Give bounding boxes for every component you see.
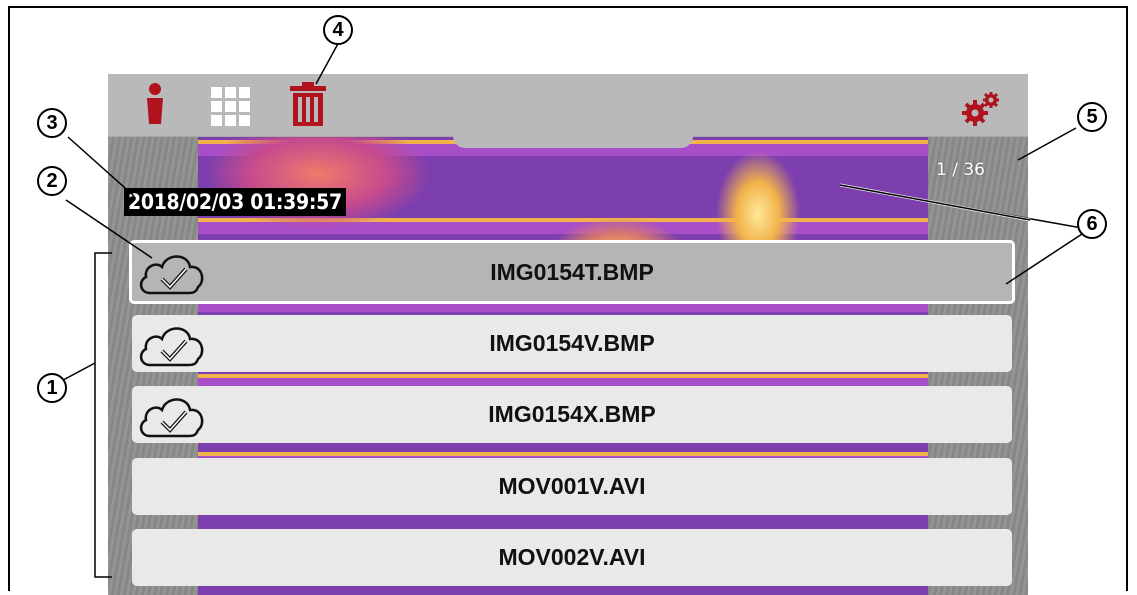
callout-6: 6 <box>1077 209 1107 239</box>
file-name: IMG0154T.BMP <box>490 258 654 285</box>
callout-4: 4 <box>323 15 353 45</box>
file-name: IMG0154X.BMP <box>488 401 656 427</box>
list-item[interactable]: IMG0154V.BMP <box>132 315 1012 372</box>
toolbar <box>108 74 1028 137</box>
list-item[interactable]: IMG0154T.BMP <box>129 240 1015 304</box>
list-item[interactable]: IMG0154X.BMP <box>132 386 1012 443</box>
callout-5: 5 <box>1077 102 1107 132</box>
callout-3: 3 <box>37 108 67 138</box>
file-name: IMG0154V.BMP <box>489 330 655 356</box>
info-icon[interactable] <box>142 82 168 128</box>
callout-2: 2 <box>37 166 67 196</box>
toolbar-tab <box>453 136 693 148</box>
trash-icon[interactable] <box>288 82 328 128</box>
list-item[interactable]: MOV002V.AVI <box>132 529 1012 586</box>
image-counter: 1 / 36 <box>936 160 985 180</box>
grid-icon[interactable] <box>211 84 251 130</box>
file-name: MOV002V.AVI <box>498 544 646 570</box>
list-item[interactable]: MOV001V.AVI <box>132 458 1012 515</box>
callout-1: 1 <box>37 373 67 403</box>
gears-icon[interactable] <box>960 86 1002 132</box>
file-name: MOV001V.AVI <box>498 473 646 499</box>
timestamp: 2018/02/03 01:39:57 <box>124 188 346 216</box>
